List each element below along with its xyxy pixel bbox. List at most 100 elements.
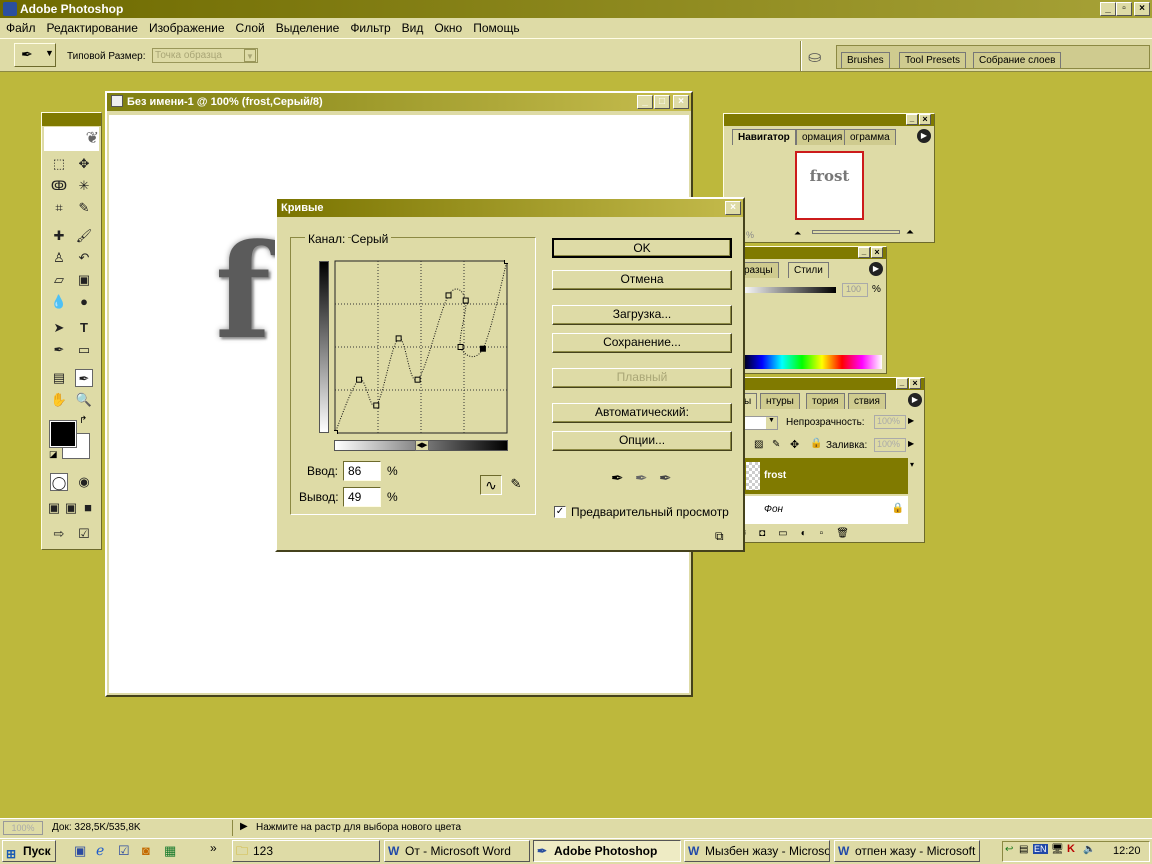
menu-item-7[interactable]: Окно	[434, 21, 462, 35]
jump-to-imageready-icon[interactable]: ⇨	[50, 525, 68, 543]
smooth-button[interactable]: Плавный	[552, 368, 732, 388]
quicklaunch-more-icon[interactable]: »	[210, 841, 217, 855]
crop-tool-icon[interactable]: ⌗	[50, 199, 68, 217]
navigator-zoom-value[interactable]: %	[746, 230, 754, 240]
quick-mask-mode-icon[interactable]: ◉	[75, 473, 93, 491]
palette-menu-icon[interactable]: ▶	[917, 129, 931, 143]
black-eyedropper-icon[interactable]: ✒	[611, 469, 624, 487]
navigator-close-button[interactable]: ×	[919, 114, 931, 125]
load-button[interactable]: Загрузка...	[552, 305, 732, 325]
color-spectrum-bar[interactable]	[742, 355, 882, 369]
standard-mode-icon[interactable]: ◯	[50, 473, 68, 491]
layers-minimize-button[interactable]: _	[896, 378, 908, 389]
magic-wand-tool-icon[interactable]: ✳	[75, 177, 93, 195]
curve-tool-icon[interactable]: ∿	[480, 475, 502, 495]
palette-menu-icon[interactable]: ▶	[869, 262, 883, 276]
auto-button[interactable]: Автоматический:	[552, 403, 732, 423]
chevron-right-icon[interactable]: ▶	[908, 416, 914, 425]
zoom-out-icon[interactable]: ⏶	[794, 228, 801, 239]
document-minimize-button[interactable]: _	[637, 95, 653, 109]
curves-close-button[interactable]: ×	[725, 201, 741, 215]
layer-row-background[interactable]: Фон 🔒	[744, 496, 908, 524]
save-button[interactable]: Сохранение...	[552, 333, 732, 353]
status-arrow-icon[interactable]: ▶	[240, 821, 248, 832]
swatches-value-field[interactable]: 100	[842, 283, 868, 297]
lock-all-icon[interactable]: 🔒	[810, 438, 822, 449]
gray-eyedropper-icon[interactable]: ✒	[635, 469, 648, 487]
minimize-button[interactable]: _	[1100, 2, 1116, 16]
slice-tool-icon[interactable]: ✎	[75, 199, 93, 217]
tab-brushes[interactable]: Brushes	[841, 52, 890, 68]
lock-transparency-icon[interactable]: ▨	[754, 439, 763, 450]
tab-tool-presets[interactable]: Tool Presets	[899, 52, 967, 68]
curve-point[interactable]	[414, 376, 421, 383]
foreground-color-swatch[interactable]	[49, 420, 77, 448]
channel-select[interactable]: Серый	[351, 232, 392, 246]
curve-point[interactable]	[373, 402, 380, 409]
swatches-minimize-button[interactable]: _	[858, 247, 870, 258]
task-word-2[interactable]: W Мызбен жазу - Microso...	[684, 840, 830, 862]
pencil-tool-icon[interactable]: ✎	[506, 475, 526, 495]
curves-graph[interactable]	[334, 260, 508, 434]
hand-tool-icon[interactable]: ✋	[50, 391, 68, 409]
menu-item-8[interactable]: Помощь	[473, 21, 519, 35]
new-set-icon[interactable]: ▭	[778, 528, 800, 539]
tab-navigator[interactable]: Навигатор	[732, 129, 796, 145]
tab-histogram[interactable]: ограмма	[844, 129, 896, 145]
navigator-minimize-button[interactable]: _	[906, 114, 918, 125]
swap-colors-icon[interactable]: ↱	[79, 415, 87, 426]
zoom-in-icon[interactable]: ⏶	[906, 227, 914, 238]
expand-dialog-icon[interactable]: ⧉	[715, 529, 724, 544]
tray-volume-icon[interactable]: 🔈	[1083, 844, 1095, 855]
close-button[interactable]: ×	[1134, 2, 1150, 16]
restore-button[interactable]: ▫	[1116, 2, 1132, 16]
pen-tool-icon[interactable]: ✒	[50, 341, 68, 359]
new-layer-icon[interactable]: ▫	[820, 528, 837, 539]
gradient-direction-toggle-icon[interactable]: ◀▶	[415, 440, 429, 451]
curve-point[interactable]	[395, 335, 402, 342]
marquee-tool-icon[interactable]: ⬚	[50, 155, 68, 173]
ok-button[interactable]: OK	[552, 238, 732, 258]
task-word-1[interactable]: W От - Microsoft Word	[384, 840, 530, 862]
curve-point[interactable]	[334, 430, 338, 435]
chevron-right-icon[interactable]: ▶	[908, 439, 914, 448]
white-eyedropper-icon[interactable]: ✒	[659, 469, 672, 487]
path-selection-tool-icon[interactable]: ➤	[50, 319, 68, 337]
lock-image-icon[interactable]: ✎	[772, 439, 780, 450]
tab-layer-comps[interactable]: Собрание слоев	[973, 52, 1062, 68]
quicklaunch-desktop-icon[interactable]: ▣	[74, 843, 86, 859]
move-tool-icon[interactable]: ✥	[75, 155, 93, 173]
opacity-field[interactable]: 100%	[874, 415, 906, 429]
task-photoshop[interactable]: ✒ Adobe Photoshop	[533, 840, 681, 862]
zoom-tool-icon[interactable]: 🔍	[75, 391, 93, 409]
tray-display-icon[interactable]: 🖥	[1051, 844, 1064, 855]
trash-icon[interactable]: 🗑	[836, 528, 862, 539]
gradient-tool-icon[interactable]: ▣	[75, 271, 93, 289]
menu-item-6[interactable]: Вид	[402, 21, 424, 35]
fx-icon[interactable]: ▾	[910, 460, 914, 469]
blend-mode-select[interactable]: ▼	[740, 416, 778, 430]
healing-brush-tool-icon[interactable]: ✚	[50, 227, 68, 245]
blur-tool-icon[interactable]: 💧	[50, 293, 68, 311]
tray-back-icon[interactable]: ↩	[1005, 844, 1013, 855]
cancel-button[interactable]: Отмена	[552, 270, 732, 290]
screen-mode-menu-icon[interactable]: ▣	[64, 499, 78, 517]
curve-point[interactable]	[504, 260, 509, 264]
notes-tool-icon[interactable]: ▤	[50, 369, 68, 387]
tab-paths[interactable]: нтуры	[760, 393, 800, 409]
task-folder-123[interactable]: 🗀 123	[232, 840, 380, 862]
layers-close-button[interactable]: ×	[909, 378, 921, 389]
tray-network-icon[interactable]: ▤	[1019, 844, 1028, 855]
menu-item-1[interactable]: Редактирование	[47, 21, 138, 35]
screen-mode-standard-icon[interactable]: ▣	[47, 499, 61, 517]
navigator-zoom-slider[interactable]	[812, 230, 900, 234]
curve-point[interactable]	[356, 376, 363, 383]
layer-row-frost[interactable]: frost	[744, 458, 908, 494]
clone-stamp-tool-icon[interactable]: ♙	[50, 249, 68, 267]
default-colors-icon[interactable]: ◪	[49, 449, 58, 460]
status-zoom-field[interactable]: 100%	[3, 821, 43, 835]
tab-info[interactable]: ормация	[796, 129, 849, 145]
quicklaunch-ie-icon[interactable]: ℯ	[96, 842, 104, 859]
eraser-tool-icon[interactable]: ▱	[50, 271, 68, 289]
menu-item-4[interactable]: Выделение	[276, 21, 340, 35]
